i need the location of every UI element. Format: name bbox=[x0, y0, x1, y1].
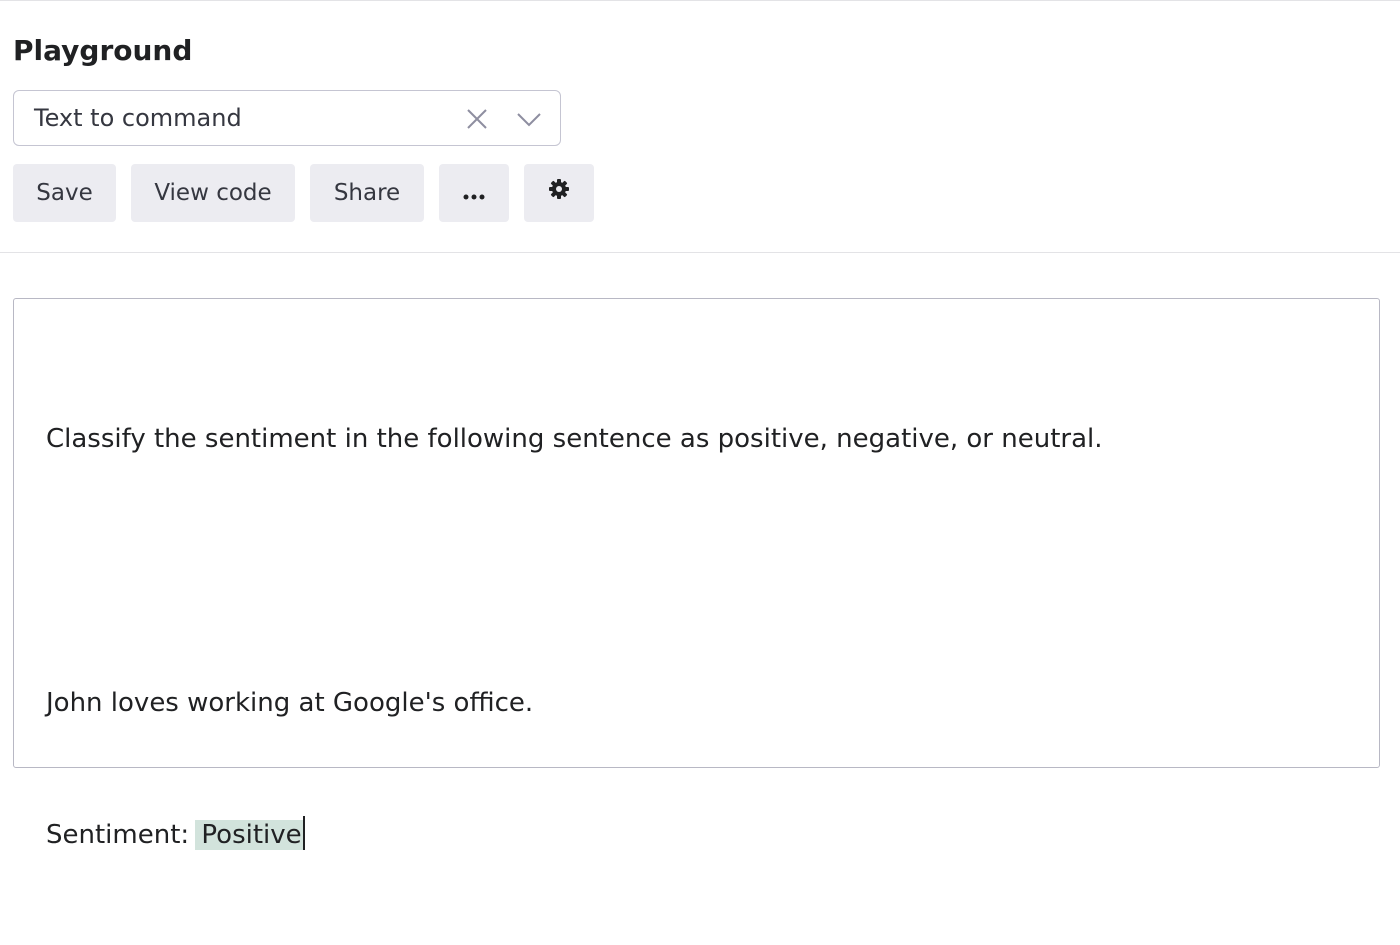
select-separator bbox=[505, 105, 506, 133]
more-options-button[interactable] bbox=[439, 164, 509, 222]
page-title: Playground bbox=[13, 34, 193, 67]
prompt-line-blank bbox=[46, 549, 1103, 593]
close-icon[interactable] bbox=[464, 106, 490, 132]
completion-highlight: Positive bbox=[195, 820, 303, 850]
share-button[interactable]: Share bbox=[310, 164, 424, 222]
preset-select[interactable]: Text to command bbox=[13, 90, 561, 146]
prompt-line-sentiment: Sentiment: Positive bbox=[46, 813, 1103, 857]
top-border bbox=[0, 0, 1400, 1]
more-horizontal-icon bbox=[463, 164, 485, 222]
prompt-editor[interactable]: Classify the sentiment in the following … bbox=[13, 298, 1380, 850]
text-caret bbox=[302, 816, 305, 850]
settings-button[interactable] bbox=[524, 164, 594, 222]
chevron-down-icon[interactable] bbox=[514, 106, 544, 132]
gear-icon bbox=[548, 164, 570, 222]
prompt-text: Classify the sentiment in the following … bbox=[46, 329, 1103, 945]
sentiment-prefix: Sentiment: bbox=[46, 820, 190, 850]
prompt-line: John loves working at Google's office. bbox=[46, 688, 534, 718]
preset-select-value: Text to command bbox=[34, 104, 242, 132]
prompt-line: Classify the sentiment in the following … bbox=[46, 424, 1103, 454]
header-divider bbox=[0, 252, 1400, 253]
save-button[interactable]: Save bbox=[13, 164, 116, 222]
view-code-button[interactable]: View code bbox=[131, 164, 295, 222]
